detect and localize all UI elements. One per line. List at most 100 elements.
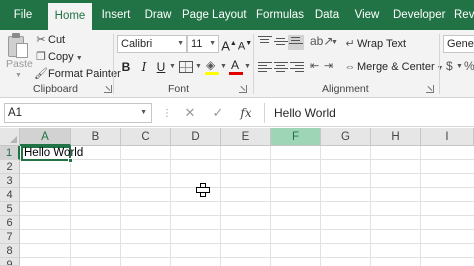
chevron-down-icon[interactable]: ▼ <box>195 63 202 70</box>
ribbon-tab-bar: File Home Insert Draw Page Layout Formul… <box>0 0 474 30</box>
font-group-label: Font <box>168 83 190 95</box>
number-format-select[interactable]: Genera <box>443 35 474 53</box>
decrease-font-size-button[interactable]: A▼ <box>237 35 253 53</box>
alignment-launcher-icon[interactable] <box>426 85 434 93</box>
column-header-i[interactable]: I <box>421 128 474 146</box>
gridline <box>70 146 71 266</box>
row-header-1[interactable]: 1 <box>0 146 20 160</box>
grip-dots-icon[interactable]: ⋮ <box>162 108 172 119</box>
cancel-entry-icon[interactable]: ✕ <box>181 103 199 123</box>
gridline <box>20 243 474 244</box>
font-color-button[interactable]: A <box>229 58 243 76</box>
tab-data[interactable]: Data <box>313 0 341 30</box>
chevron-down-icon: ▼ <box>140 109 147 116</box>
column-header-c[interactable]: C <box>121 128 171 146</box>
column-header-a[interactable]: A <box>20 128 71 146</box>
column-header-b[interactable]: B <box>71 128 121 146</box>
confirm-entry-icon[interactable]: ✓ <box>209 103 227 123</box>
chevron-down-icon[interactable]: ▼ <box>331 39 338 46</box>
tab-view[interactable]: View <box>352 0 382 30</box>
font-size-select[interactable]: 11 ▼ <box>187 35 219 53</box>
row-header-9[interactable]: 9 <box>0 258 20 266</box>
increase-font-size-button[interactable]: A▲ <box>221 35 237 53</box>
scissors-icon: ✂ <box>36 34 46 46</box>
orientation-icon[interactable]: ab↗ <box>310 34 333 48</box>
copy-button[interactable]: ❐ Copy ▼ <box>34 49 83 65</box>
format-painter-button[interactable]: 🖌Format Painter <box>34 66 121 82</box>
top-align-icon[interactable] <box>258 36 272 48</box>
row-header-2[interactable]: 2 <box>0 160 20 174</box>
middle-align-icon[interactable] <box>274 38 288 50</box>
worksheet-grid[interactable]: A B C D E F G H I 1 2 3 4 5 6 7 8 9 Hell… <box>0 128 474 266</box>
underline-button[interactable]: U <box>153 58 169 76</box>
cut-label: Cut <box>48 34 66 46</box>
tab-home[interactable]: Home <box>48 3 92 30</box>
borders-icon[interactable] <box>179 61 193 73</box>
row-header-5[interactable]: 5 <box>0 202 20 216</box>
column-header-h[interactable]: H <box>371 128 421 146</box>
alignment-group-label: Alignment <box>322 83 369 95</box>
increase-indent-icon[interactable]: ⇥ <box>324 59 333 72</box>
chevron-down-icon[interactable]: ▼ <box>169 63 176 70</box>
tab-page-layout[interactable]: Page Layout <box>182 0 247 30</box>
row-header-4[interactable]: 4 <box>0 188 20 202</box>
percent-format-icon[interactable]: % <box>464 59 474 73</box>
insert-function-button[interactable]: fx <box>237 103 255 123</box>
chevron-down-icon[interactable]: ▼ <box>456 63 463 70</box>
bottom-align-icon[interactable] <box>288 35 304 50</box>
font-name-select[interactable]: Calibri ▼ <box>117 35 187 53</box>
tab-draw[interactable]: Draw <box>141 0 175 30</box>
tab-file[interactable]: File <box>8 0 38 30</box>
fill-color-button[interactable]: ◈ <box>205 58 219 76</box>
column-header-d[interactable]: D <box>171 128 221 146</box>
row-header-3[interactable]: 3 <box>0 174 20 188</box>
paint-bucket-icon: ◈ <box>206 58 216 72</box>
fill-color-swatch <box>205 72 219 75</box>
name-box[interactable]: A1 ▼ <box>4 103 152 123</box>
tab-review[interactable]: Rev <box>454 0 474 30</box>
chevron-down-icon: ▼ <box>209 40 216 47</box>
tab-formulas[interactable]: Formulas <box>252 0 308 30</box>
tab-insert[interactable]: Insert <box>96 0 136 30</box>
tab-developer[interactable]: Developer <box>393 0 445 30</box>
gridline <box>20 187 474 188</box>
copy-icon: ❐ <box>36 51 46 63</box>
clipboard-icon <box>8 33 30 59</box>
chevron-down-icon[interactable]: ▼ <box>244 63 251 70</box>
copy-label: Copy <box>48 51 74 63</box>
gridline <box>120 146 121 266</box>
bold-button[interactable]: B <box>118 58 134 76</box>
formula-input[interactable]: Hello World <box>264 103 474 123</box>
row-header-8[interactable]: 8 <box>0 244 20 258</box>
gridline <box>20 201 474 202</box>
font-size-value: 11 <box>191 38 203 50</box>
column-header-f[interactable]: F <box>271 128 321 146</box>
accounting-format-icon[interactable]: $ <box>446 59 453 73</box>
group-divider <box>439 34 440 94</box>
decrease-indent-icon[interactable]: ⇤ <box>310 59 319 72</box>
gridline <box>20 229 474 230</box>
cell-a1[interactable]: Hello World <box>21 146 83 161</box>
fill-handle[interactable] <box>68 158 73 163</box>
row-header-6[interactable]: 6 <box>0 216 20 230</box>
font-launcher-icon[interactable] <box>239 85 247 93</box>
column-header-g[interactable]: G <box>321 128 371 146</box>
select-all-button[interactable] <box>0 128 20 146</box>
clipboard-launcher-icon[interactable] <box>104 85 112 93</box>
cut-button[interactable]: ✂ Cut <box>34 32 65 48</box>
chevron-down-icon[interactable]: ▼ <box>15 72 22 79</box>
chevron-down-icon[interactable]: ▼ <box>220 63 227 70</box>
merge-center-label: Merge & Center <box>357 61 435 73</box>
grow-font-icon: A <box>221 38 230 54</box>
cell-cursor-icon <box>196 183 210 197</box>
font-name-value: Calibri <box>121 38 153 50</box>
row-header-7[interactable]: 7 <box>0 230 20 244</box>
italic-button[interactable]: I <box>136 58 152 76</box>
wrap-text-button[interactable]: ↵ Wrap Text <box>343 36 406 52</box>
align-left-icon[interactable] <box>258 62 272 74</box>
align-center-icon[interactable] <box>274 62 288 74</box>
chevron-down-icon: ▼ <box>436 65 444 72</box>
column-header-e[interactable]: E <box>221 128 271 146</box>
merge-center-button[interactable]: ⇔ Merge & Center ▼ <box>343 59 444 75</box>
align-right-icon[interactable] <box>290 62 304 74</box>
